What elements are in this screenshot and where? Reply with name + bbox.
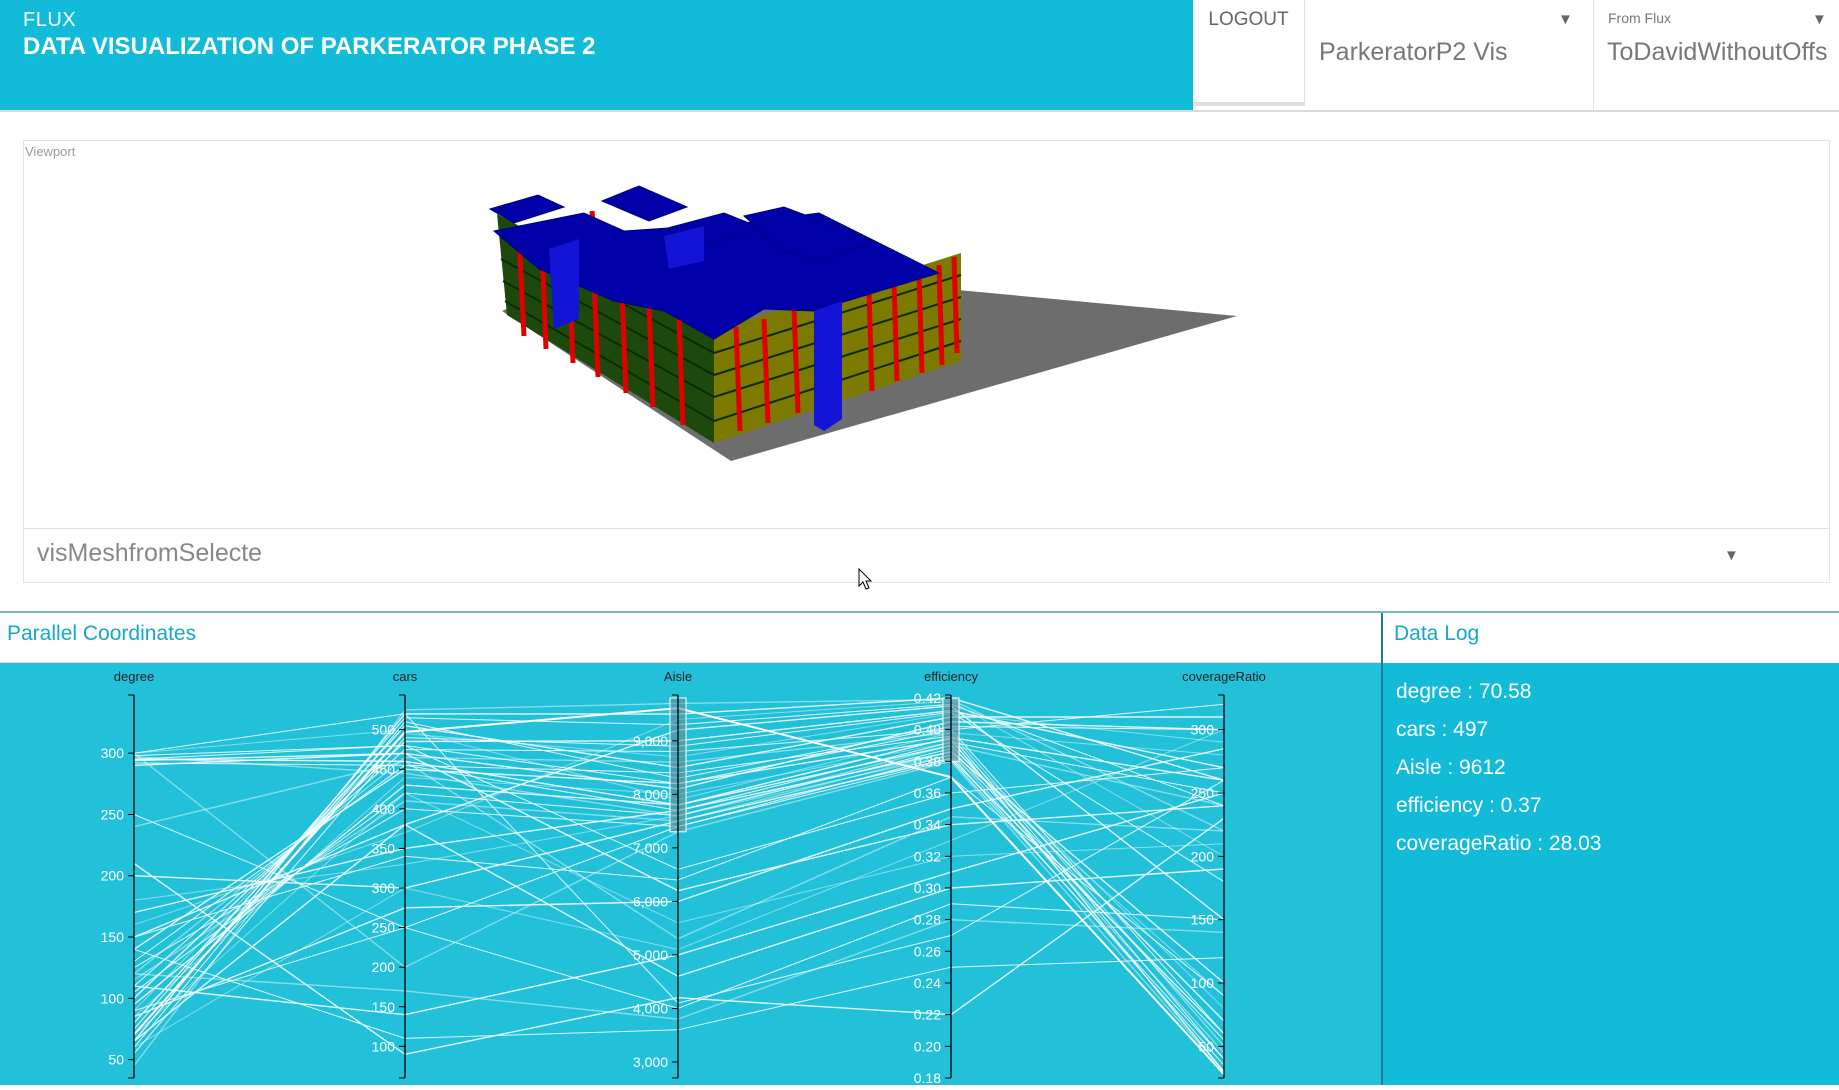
tick-label: 150 (372, 999, 396, 1015)
tick-label: 0.36 (914, 785, 941, 801)
tick-label: 0.28 (914, 912, 941, 928)
tick-label: 200 (1191, 848, 1215, 864)
tick-label: 450 (372, 761, 396, 777)
tick-label: 0.22 (914, 1007, 941, 1023)
parallel-coordinates-title: Parallel Coordinates (7, 622, 197, 645)
app-name: FLUX (23, 9, 77, 31)
stair-core (814, 301, 842, 431)
key-select-value: ToDavidWithoutOffs (1607, 38, 1828, 66)
tick-label: 100 (101, 990, 125, 1006)
log-entry-aisle: Aisle : 9612 (1396, 756, 1506, 779)
tick-label: 0.42 (914, 690, 941, 706)
top-bar: FLUX DATA VISUALIZATION OF PARKERATOR PH… (0, 0, 1839, 112)
tick-label: 200 (101, 868, 125, 884)
axis-title-degree: degree (114, 669, 154, 684)
parallel-coordinates-chart[interactable]: degree 50 100 150 200 250 300 cars 100 150 200 250 3… (0, 663, 1381, 1086)
tick-label: 400 (372, 801, 396, 817)
record-line (133, 823, 1225, 1042)
data-log-title: Data Log (1394, 622, 1480, 645)
tick-label: 300 (372, 880, 396, 896)
tick-label: 7,000 (633, 840, 668, 856)
key-select-label: From Flux (1608, 10, 1671, 26)
tick-label: 9,000 (633, 733, 668, 749)
page-title: DATA VISUALIZATION OF PARKERATOR PHASE 2 (23, 33, 596, 60)
logout-button[interactable]: LOGOUT (1193, 0, 1305, 106)
record-line (133, 903, 1225, 1012)
stair-core (549, 239, 579, 329)
tick-label: 250 (372, 920, 396, 936)
data-log-panel: Data Log degree : 70.58 cars : 497 Aisle… (1381, 613, 1839, 1085)
mesh-select[interactable]: visMeshfromSelecte ▼ (24, 528, 1829, 582)
tick-label: 200 (372, 959, 396, 975)
parallel-coordinates-header (0, 613, 1381, 663)
3d-scene-canvas[interactable] (24, 141, 1829, 527)
tick-label: 8,000 (633, 786, 668, 802)
axis-title-coverageRatio: coverageRatio (1182, 669, 1266, 684)
tick-label: 0.32 (914, 848, 941, 864)
tick-label: 250 (1191, 785, 1215, 801)
tick-label: 100 (1191, 975, 1215, 991)
chevron-down-icon: ▼ (1558, 11, 1573, 28)
log-entry-cars: cars : 497 (1396, 718, 1489, 741)
tick-label: 50 (1198, 1038, 1214, 1054)
key-select[interactable]: From Flux ToDavidWithoutOffs ▼ (1594, 0, 1839, 110)
tick-label: 300 (101, 745, 125, 761)
mesh-select-value: visMeshfromSelecte (37, 539, 263, 567)
tick-label: 50 (108, 1052, 124, 1068)
tick-label: 3,000 (633, 1054, 668, 1070)
tick-label: 350 (372, 840, 396, 856)
tick-label: 0.18 (914, 1070, 941, 1085)
tick-label: 0.30 (914, 880, 941, 896)
axis-title-cars: cars (393, 669, 418, 684)
tick-label: 0.40 (914, 722, 941, 738)
chevron-down-icon: ▼ (1812, 11, 1827, 28)
chevron-down-icon: ▼ (1724, 547, 1739, 564)
tick-label: 150 (1191, 912, 1215, 928)
brand-banner: FLUX DATA VISUALIZATION OF PARKERATOR PH… (0, 0, 1193, 110)
tick-label: 0.38 (914, 753, 941, 769)
mouse-cursor-icon (858, 568, 873, 590)
tick-label: 5,000 (633, 947, 668, 963)
log-entry-efficiency: efficiency : 0.37 (1396, 794, 1542, 817)
record-line (133, 948, 1225, 1039)
tick-label: 100 (372, 1038, 396, 1054)
project-select[interactable]: ParkeratorP2 Vis ▼ (1306, 0, 1594, 110)
log-entry-degree: degree : 70.58 (1396, 680, 1532, 703)
tick-label: 0.24 (914, 975, 941, 991)
tick-label: 0.20 (914, 1038, 941, 1054)
tick-label: 500 (372, 722, 396, 738)
tick-label: 150 (101, 929, 125, 945)
axis-title-efficiency: efficiency (924, 669, 978, 684)
tick-label: 6,000 (633, 893, 668, 909)
tick-label: 0.34 (914, 817, 941, 833)
tick-label: 4,000 (633, 1000, 668, 1016)
viewport-panel: Viewport visMeshfromSelecte ▼ (23, 140, 1830, 583)
data-log-body: degree : 70.58 cars : 497 Aisle : 9612 e… (1383, 663, 1839, 1085)
tick-label: 250 (101, 806, 125, 822)
record-line (133, 918, 1225, 1020)
parallel-coordinates-panel: degree 50 100 150 200 250 300 cars 100 150 200 250 3… (0, 663, 1381, 1086)
project-select-value: ParkeratorP2 Vis (1319, 38, 1508, 66)
tick-label: 300 (1191, 722, 1215, 738)
log-entry-coverage-ratio: coverageRatio : 28.03 (1396, 832, 1602, 855)
axis-title-Aisle: Aisle (664, 669, 692, 684)
tick-label: 0.26 (914, 943, 941, 959)
